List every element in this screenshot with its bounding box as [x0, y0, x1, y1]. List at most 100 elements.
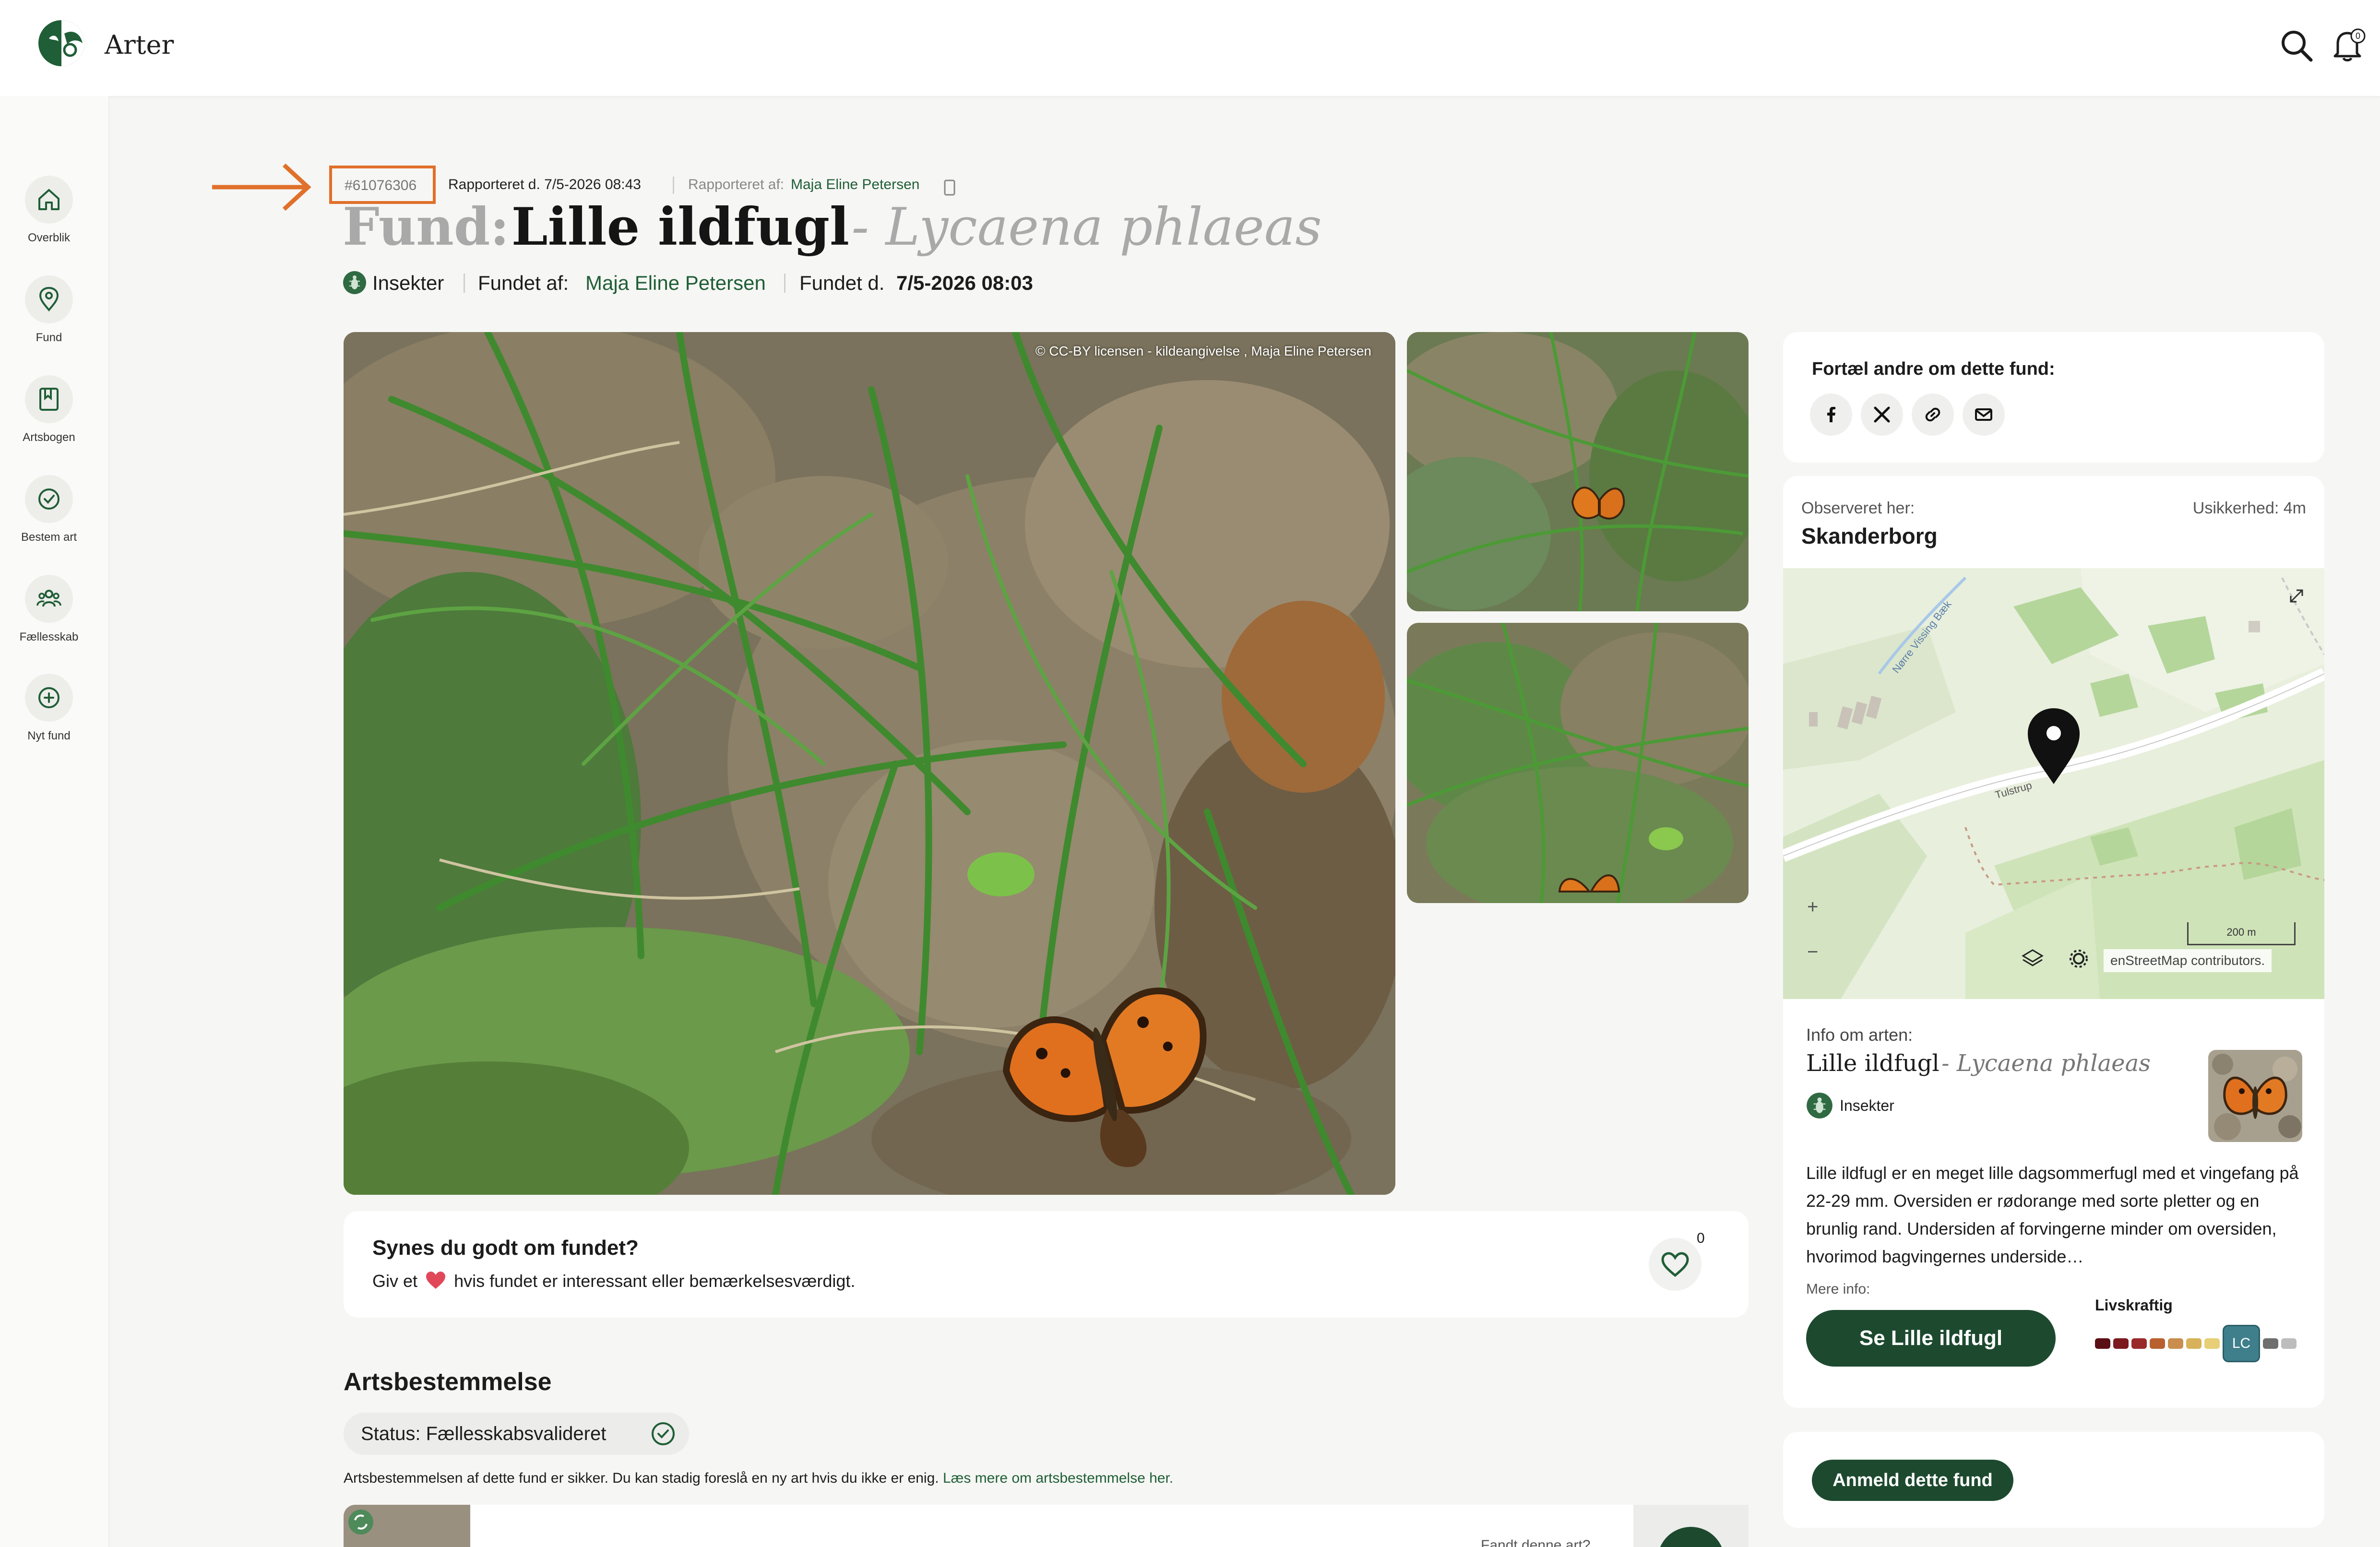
- sidebar-item-faellesskab[interactable]: Fællesskab: [0, 575, 96, 671]
- status-text: Status: Fællesskabsvalideret: [361, 1423, 607, 1444]
- redlist-segment: [2263, 1338, 2278, 1349]
- sidebar-item-label: Overblik: [27, 231, 71, 244]
- uncertainty: Usikkerhed: 4m: [2192, 499, 2306, 517]
- share-link-button[interactable]: [1912, 393, 1954, 436]
- layers-icon[interactable]: [2020, 947, 2045, 968]
- sidebar: Overblik Fund Artsbogen Bestem art Fælle…: [0, 96, 109, 1547]
- share-facebook-button[interactable]: [1810, 393, 1852, 436]
- map-scale-text: 200 m: [2226, 926, 2256, 938]
- sidebar-item-label: Artsbogen: [23, 431, 75, 444]
- redlist-segment: [2204, 1338, 2220, 1349]
- location-card: Observeret her: Skanderborg Usikkerhed: …: [1783, 476, 2324, 1408]
- title-prefix: Fund:: [343, 197, 510, 257]
- like-question: Synes du godt om fundet?: [372, 1236, 639, 1260]
- x-icon: [1874, 406, 1890, 423]
- find-id: #61076306: [345, 178, 417, 193]
- sidebar-item-artsbogen[interactable]: Artsbogen: [0, 375, 96, 471]
- species-thumbnail[interactable]: [2208, 1050, 2302, 1142]
- app-title[interactable]: Arter: [105, 30, 174, 60]
- status-badge[interactable]: Status: Fællesskabsvalideret: [344, 1413, 689, 1455]
- check-circle-icon: [652, 1422, 675, 1445]
- redlist-active-badge: LC: [2223, 1325, 2260, 1362]
- determination-info: Artsbestemmelsen af dette fund er sikker…: [344, 1470, 1173, 1487]
- thumbnail-image: [1407, 623, 1749, 903]
- sidebar-item-label: Bestem art: [21, 531, 77, 544]
- check-circle-icon: [38, 488, 60, 510]
- observed-label: Observeret her:: [1801, 499, 1915, 517]
- zoom-out-button[interactable]: −: [1807, 941, 1818, 963]
- facebook-icon: [1827, 407, 1835, 422]
- redlist-segment: [2131, 1338, 2147, 1349]
- annotation-arrow-icon: [212, 163, 311, 211]
- like-button[interactable]: [1649, 1238, 1702, 1291]
- category-label[interactable]: Insekter: [372, 272, 444, 295]
- share-title: Fortæl andre om dette fund:: [1812, 359, 2055, 379]
- book-icon: [39, 388, 59, 411]
- map[interactable]: Nørre Vissing Bæk Tulstrup + − 200 m enS…: [1783, 568, 2324, 999]
- copy-icon[interactable]: [943, 178, 956, 197]
- zoom-in-button[interactable]: +: [1807, 896, 1818, 918]
- reported-by-label: Rapporteret af:: [688, 177, 785, 192]
- divider: [784, 274, 785, 293]
- fullscreen-icon[interactable]: [2287, 586, 2306, 606]
- settings-icon[interactable]: [2068, 948, 2089, 969]
- title-latin-name: - Lycaena phlaeas: [851, 197, 1322, 257]
- refresh-icon: [348, 1510, 373, 1535]
- insect-badge-icon: [1807, 1093, 1833, 1119]
- like-count: 0: [1697, 1230, 1705, 1246]
- sidebar-item-overblik[interactable]: Overblik: [0, 176, 96, 272]
- share-x-button[interactable]: [1861, 393, 1903, 436]
- divider: [673, 177, 674, 194]
- like-text-before: Giv et: [372, 1271, 418, 1291]
- more-info-label: Mere info:: [1806, 1281, 1870, 1297]
- redlist-label: Livskraftig: [2095, 1297, 2173, 1314]
- suggestion-row: Fandt denne art?: [344, 1505, 1749, 1547]
- main-photo[interactable]: © CC-BY licensen - kildeangivelse , Maja…: [344, 332, 1395, 1195]
- report-card: Anmeld dette fund: [1783, 1432, 2324, 1528]
- insect-badge-icon: [343, 271, 366, 294]
- redlist-segment: [2281, 1338, 2297, 1349]
- species-thumbnail-image: [2208, 1050, 2302, 1142]
- redlist-segment: [2168, 1338, 2183, 1349]
- title-common-name: Lille ildfugl: [511, 197, 850, 257]
- thumbnail-1[interactable]: [1407, 332, 1749, 611]
- photo-credit: © CC-BY licensen - kildeangivelse , Maja…: [1035, 344, 1371, 358]
- mail-icon: [1975, 408, 1992, 421]
- plus-circle-icon: [38, 687, 60, 708]
- found-by-label: Fundet af:: [478, 272, 569, 294]
- heart-icon: [1661, 1252, 1689, 1277]
- species-info-label: Info om arten:: [1806, 1025, 1913, 1045]
- redlist-segment: [2186, 1338, 2202, 1349]
- report-button[interactable]: Anmeld dette fund: [1812, 1460, 2013, 1501]
- people-icon: [36, 590, 61, 607]
- found-date: 7/5-2026 08:03: [896, 272, 1033, 294]
- search-icon[interactable]: [2277, 26, 2316, 65]
- redlist-scale: LC: [2095, 1324, 2297, 1363]
- suggestion-thumbnail[interactable]: [344, 1505, 470, 1547]
- like-card: Synes du godt om fundet? Giv et hvis fun…: [344, 1211, 1749, 1318]
- thumbnail-2[interactable]: [1407, 623, 1749, 903]
- redlist-segment: [2150, 1338, 2165, 1349]
- place-name: Skanderborg: [1801, 524, 1938, 548]
- sidebar-item-nyt-fund[interactable]: Nyt fund: [0, 674, 96, 770]
- bell-icon[interactable]: 0: [2328, 26, 2367, 65]
- map-attribution: enStreetMap contributors.: [2104, 949, 2272, 972]
- section-title: Artsbestemmelse: [344, 1368, 552, 1396]
- sidebar-item-label: Nyt fund: [27, 729, 71, 742]
- species-description: Lille ildfugl er en meget lille dagsomme…: [1806, 1163, 2299, 1266]
- sidebar-item-fund[interactable]: Fund: [0, 275, 96, 371]
- divider: [464, 274, 465, 293]
- redlist-segment: [2113, 1338, 2129, 1349]
- info-link[interactable]: Læs mere om artsbestemmelse her.: [943, 1470, 1173, 1486]
- found-by-link[interactable]: Maja Eline Petersen: [585, 272, 766, 295]
- top-bar: Arter 0: [0, 0, 2380, 96]
- arter-logo-icon[interactable]: [35, 14, 92, 72]
- species-name[interactable]: Lille ildfugl - Lycaena phlaeas: [1806, 1050, 2151, 1077]
- see-species-button[interactable]: Se Lille ildfugl: [1806, 1310, 2056, 1367]
- sidebar-item-bestem-art[interactable]: Bestem art: [0, 475, 96, 571]
- sidebar-item-label: Fællesskab: [19, 631, 79, 643]
- reported-date: Rapporteret d. 7/5-2026 08:43: [448, 177, 641, 192]
- reported-by-link[interactable]: Maja Eline Petersen: [791, 177, 919, 193]
- suggestion-button[interactable]: [1657, 1527, 1725, 1547]
- share-mail-button[interactable]: [1963, 393, 2005, 436]
